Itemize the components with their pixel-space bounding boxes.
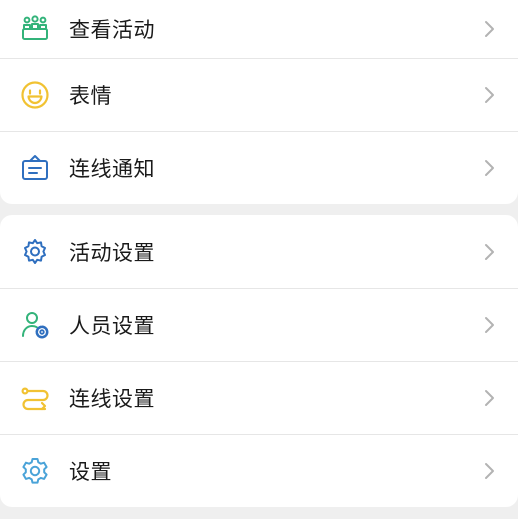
- menu-item-label: 表情: [69, 83, 112, 108]
- smiley-icon: [20, 80, 50, 110]
- settings-gear-icon: [20, 456, 50, 486]
- gear-icon: [20, 237, 50, 267]
- chevron-right-icon: [485, 462, 494, 479]
- menu-item-emoji[interactable]: 表情: [0, 58, 518, 131]
- link-route-icon: [20, 383, 50, 413]
- chevron-right-icon: [485, 316, 494, 333]
- menu-group-activity: 查看活动 表情 连线通知: [0, 0, 518, 204]
- chevron-right-icon: [485, 86, 494, 103]
- notice-board-icon: [20, 153, 50, 183]
- menu-item-label: 连线设置: [69, 386, 155, 411]
- menu-item-member-settings[interactable]: 人员设置: [0, 288, 518, 361]
- menu-item-connection-settings[interactable]: 连线设置: [0, 361, 518, 434]
- menu-group-settings: 活动设置 人员设置 连线设置 设置: [0, 215, 518, 507]
- chevron-right-icon: [485, 159, 494, 176]
- menu-item-label: 连线通知: [69, 156, 155, 181]
- menu-item-activity-settings[interactable]: 活动设置: [0, 215, 518, 288]
- chevron-right-icon: [485, 243, 494, 260]
- user-settings-icon: [20, 310, 50, 340]
- menu-item-settings[interactable]: 设置: [0, 434, 518, 507]
- menu-item-label: 设置: [69, 459, 112, 484]
- menu-item-view-activity[interactable]: 查看活动: [0, 0, 518, 58]
- menu-item-label: 查看活动: [69, 18, 155, 42]
- chevron-right-icon: [485, 389, 494, 406]
- chevron-right-icon: [485, 21, 494, 37]
- crowd-icon: [20, 14, 50, 44]
- menu-item-label: 人员设置: [69, 313, 155, 338]
- menu-item-connection-notice[interactable]: 连线通知: [0, 131, 518, 204]
- menu-item-label: 活动设置: [69, 240, 155, 265]
